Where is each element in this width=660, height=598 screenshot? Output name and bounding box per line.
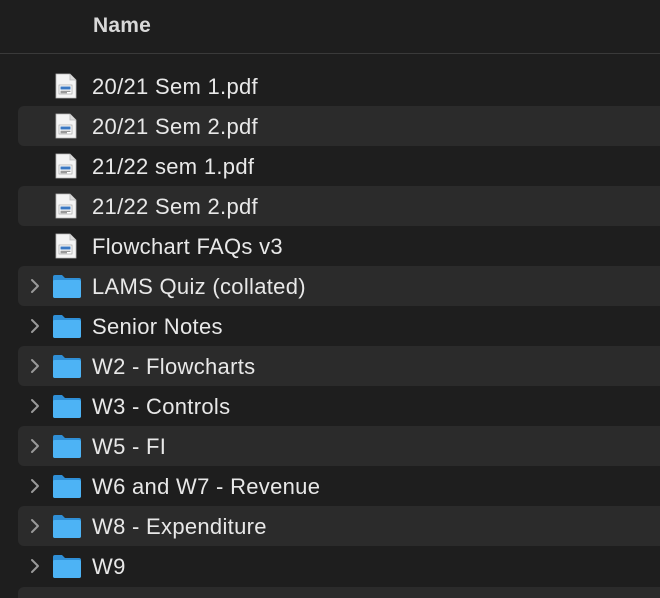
folder-icon <box>52 313 82 339</box>
folder-icon <box>52 273 82 299</box>
folder-row[interactable]: LAMS Quiz (collated) <box>18 266 660 306</box>
disclosure-chevron-icon[interactable] <box>27 357 43 375</box>
folder-icon <box>52 353 82 379</box>
item-name: 21/22 Sem 2.pdf <box>92 194 258 219</box>
item-name: W2 - Flowcharts <box>92 354 256 379</box>
item-name: W3 - Controls <box>92 394 231 419</box>
document-icon <box>52 233 82 259</box>
disclosure-chevron-icon[interactable] <box>27 397 43 415</box>
pdf-document-icon <box>52 113 82 139</box>
item-name: Flowchart FAQs v3 <box>92 234 283 259</box>
disclosure-chevron-icon[interactable] <box>27 477 43 495</box>
folder-row[interactable]: W8 - Expenditure <box>18 506 660 546</box>
folder-icon <box>52 433 82 459</box>
list-row-partial <box>18 587 660 598</box>
file-row[interactable]: 21/22 Sem 2.pdf <box>18 186 660 226</box>
pdf-document-icon <box>52 153 82 179</box>
folder-row[interactable]: W5 - FI <box>18 426 660 466</box>
disclosure-chevron-icon[interactable] <box>27 437 43 455</box>
item-name: W6 and W7 - Revenue <box>92 474 321 499</box>
item-name: 20/21 Sem 2.pdf <box>92 114 258 139</box>
item-name: W9 <box>92 554 126 579</box>
column-header: Name <box>0 0 660 54</box>
disclosure-chevron-icon[interactable] <box>27 277 43 295</box>
folder-icon <box>52 473 82 499</box>
file-row[interactable]: 20/21 Sem 2.pdf <box>18 106 660 146</box>
folder-row[interactable]: W6 and W7 - Revenue <box>18 466 660 506</box>
folder-icon <box>52 513 82 539</box>
file-list: 20/21 Sem 1.pdf 20/21 Sem 2.pdf 21/22 se… <box>0 66 660 586</box>
folder-icon <box>52 553 82 579</box>
folder-row[interactable]: W2 - Flowcharts <box>18 346 660 386</box>
folder-row[interactable]: W3 - Controls <box>18 386 660 426</box>
disclosure-chevron-icon[interactable] <box>27 557 43 575</box>
file-row[interactable]: Flowchart FAQs v3 <box>18 226 660 266</box>
finder-list-view: Name 20/21 Sem 1.pdf 20/21 Sem 2.pdf 21/… <box>0 0 660 598</box>
disclosure-chevron-icon[interactable] <box>27 517 43 535</box>
folder-row[interactable]: Senior Notes <box>18 306 660 346</box>
disclosure-chevron-icon[interactable] <box>27 317 43 335</box>
item-name: 20/21 Sem 1.pdf <box>92 74 258 99</box>
file-row[interactable]: 21/22 sem 1.pdf <box>18 146 660 186</box>
pdf-document-icon <box>52 73 82 99</box>
folder-icon <box>52 393 82 419</box>
item-name: W8 - Expenditure <box>92 514 267 539</box>
name-column-header[interactable]: Name <box>93 14 151 38</box>
file-row[interactable]: 20/21 Sem 1.pdf <box>18 66 660 106</box>
folder-row[interactable]: W9 <box>18 546 660 586</box>
item-name: W5 - FI <box>92 434 167 459</box>
item-name: Senior Notes <box>92 314 223 339</box>
item-name: LAMS Quiz (collated) <box>92 274 306 299</box>
item-name: 21/22 sem 1.pdf <box>92 154 255 179</box>
pdf-document-icon <box>52 193 82 219</box>
